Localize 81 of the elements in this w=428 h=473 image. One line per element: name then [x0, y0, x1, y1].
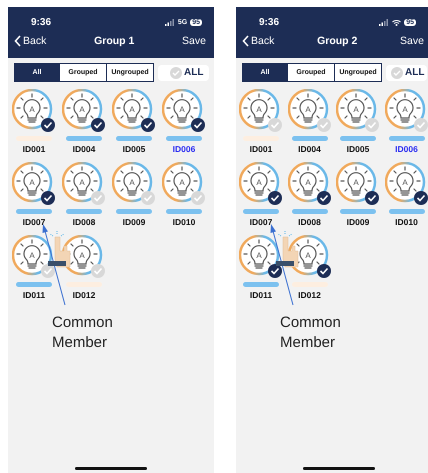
device-label: ID007	[22, 217, 46, 227]
check-icon[interactable]	[141, 191, 155, 205]
check-icon[interactable]	[91, 264, 105, 278]
device-label: ID005	[122, 144, 146, 154]
check-icon[interactable]	[268, 118, 282, 132]
device-label: ID006	[395, 144, 418, 154]
device-label: ID008	[72, 217, 96, 227]
bulb-letter: A	[79, 105, 85, 114]
bulb-letter: A	[79, 178, 85, 187]
check-icon[interactable]	[268, 191, 282, 205]
bulb-letter: A	[129, 105, 135, 114]
bulb-letter: A	[79, 251, 85, 260]
device-label: ID009	[346, 217, 370, 227]
device-label: ID004	[298, 144, 321, 154]
device-label: ID011	[22, 290, 46, 300]
status-time: 9:36	[31, 16, 52, 28]
check-icon[interactable]	[41, 191, 55, 205]
annotation-label: Common Member	[52, 313, 114, 353]
home-indicator	[303, 467, 375, 470]
bulb-letter: A	[402, 105, 408, 114]
check-icon[interactable]	[316, 118, 330, 132]
status-time: 9:36	[259, 16, 280, 28]
hand-icon	[276, 230, 298, 268]
signal-icon	[164, 18, 175, 26]
device-label: ID012	[298, 290, 321, 300]
save-button[interactable]: Save	[182, 35, 206, 47]
bulb-letter: A	[402, 178, 408, 187]
back-button[interactable]: Back	[14, 35, 46, 47]
check-icon[interactable]	[365, 118, 379, 132]
bulb-letter: A	[29, 105, 35, 114]
screen-title: Group 2	[317, 35, 358, 47]
bulb-letter: A	[353, 105, 359, 114]
bulb-letter: A	[179, 178, 185, 187]
bulb-letter: A	[29, 251, 35, 260]
check-icon[interactable]	[91, 191, 105, 205]
screen-title: Group 1	[94, 35, 134, 47]
home-indicator	[75, 467, 147, 470]
check-icon[interactable]	[141, 118, 155, 132]
check-icon[interactable]	[41, 118, 55, 132]
device-label: ID006	[172, 144, 196, 154]
check-icon[interactable]	[414, 118, 428, 132]
bulb-letter: A	[29, 178, 35, 187]
hand-icon	[48, 230, 70, 268]
device-label: ID010	[172, 217, 196, 227]
chevron-left-icon	[242, 35, 249, 47]
device-label: ID007	[250, 217, 272, 227]
wifi-icon	[392, 18, 402, 26]
check-icon[interactable]	[268, 264, 282, 278]
check-icon[interactable]	[191, 118, 205, 132]
device-label: ID005	[346, 144, 370, 154]
select-all-toggle[interactable]: ALL	[158, 64, 210, 80]
signal-icon	[379, 18, 390, 26]
check-icon[interactable]	[41, 264, 55, 278]
annotation-label: Common Member	[280, 313, 342, 353]
device-label: ID009	[122, 217, 146, 227]
chevron-left-icon	[14, 35, 21, 47]
device-label: ID004	[72, 144, 96, 154]
back-button[interactable]: Back	[242, 35, 274, 47]
check-icon[interactable]	[316, 264, 330, 278]
check-icon[interactable]	[91, 118, 105, 132]
select-all-toggle[interactable]: ALL	[386, 64, 428, 80]
bulb-letter: A	[304, 105, 310, 114]
device-label: ID012	[72, 290, 96, 300]
bulb-letter: A	[129, 178, 135, 187]
check-icon[interactable]	[316, 191, 330, 205]
bulb-letter: A	[256, 178, 262, 187]
bulb-letter: A	[179, 105, 185, 114]
bulb-letter: A	[256, 105, 262, 114]
check-icon[interactable]	[414, 191, 428, 205]
device-label: ID010	[395, 217, 418, 227]
bulb-letter: A	[304, 178, 310, 187]
check-icon[interactable]	[365, 191, 379, 205]
bulb-letter: A	[304, 251, 310, 260]
bulb-letter: A	[353, 178, 359, 187]
device-label: ID008	[298, 217, 321, 227]
save-button[interactable]: Save	[400, 35, 424, 47]
device-label: ID011	[250, 290, 272, 300]
check-icon[interactable]	[191, 191, 205, 205]
device-label: ID001	[250, 144, 272, 154]
device-label: ID001	[22, 144, 46, 154]
bulb-letter: A	[256, 251, 262, 260]
